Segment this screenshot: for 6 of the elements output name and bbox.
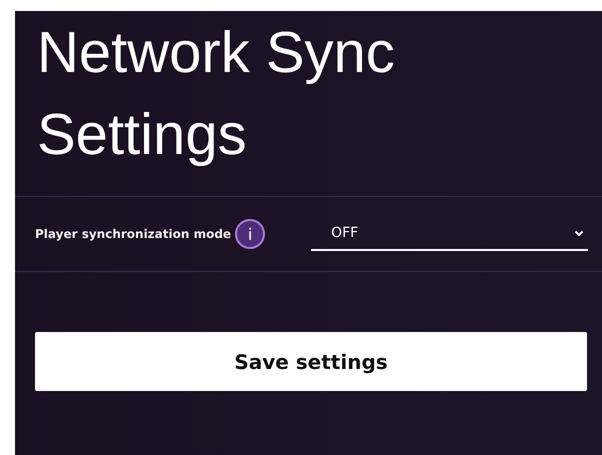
mode-select[interactable]: OFF <box>311 217 588 251</box>
page-title: Network Sync Settings <box>15 12 602 197</box>
info-button[interactable]: i <box>235 219 266 249</box>
chevron-down-icon <box>574 230 584 236</box>
save-button[interactable]: Save settings <box>35 332 587 391</box>
setting-label: Player synchronization mode <box>35 227 232 241</box>
